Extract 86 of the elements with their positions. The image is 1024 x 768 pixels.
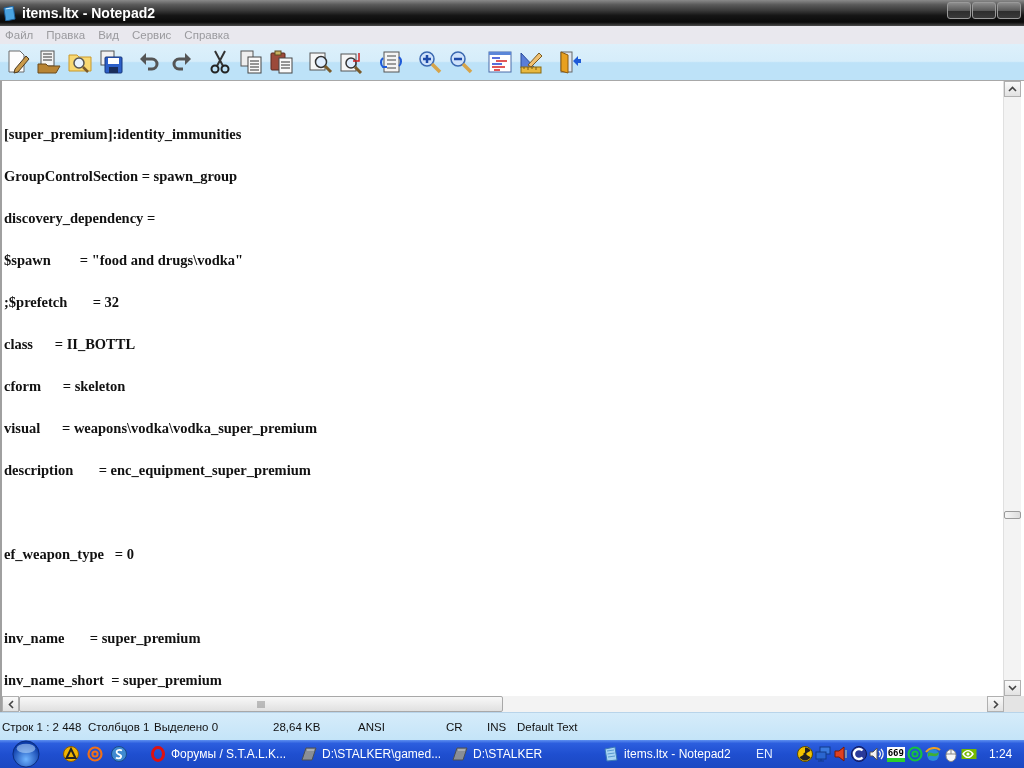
window-title: items.ltx - Notepad2	[22, 5, 156, 21]
scroll-right-button[interactable]	[987, 696, 1004, 712]
zoom-in-button[interactable]	[416, 48, 444, 76]
window-control-button[interactable]	[997, 2, 1021, 19]
paste-button[interactable]	[268, 48, 296, 76]
radiation-icon[interactable]	[796, 746, 813, 762]
speaker-icon[interactable]	[832, 746, 849, 762]
code-line: GroupControlSection = spawn_group	[4, 167, 239, 186]
orb-icon	[11, 740, 41, 768]
zoom-out-button[interactable]	[447, 48, 475, 76]
window-control-button[interactable]	[972, 2, 996, 19]
search-icon	[309, 50, 333, 74]
eye-logo-icon[interactable]	[960, 746, 977, 762]
scroll-down-button[interactable]	[1004, 680, 1021, 696]
chevron-up-icon	[1008, 86, 1017, 92]
save-button[interactable]	[97, 48, 125, 76]
triangle-circle-icon	[63, 746, 79, 762]
mouse-icon[interactable]	[942, 746, 959, 762]
code-line: [super_premium]:identity_immunities	[4, 125, 243, 144]
zoom-out-icon	[449, 50, 473, 74]
clipboard-icon	[270, 50, 294, 74]
code-line: ;$prefetch = 32	[4, 293, 121, 312]
new-file-icon	[6, 50, 30, 74]
copy-icon	[239, 50, 263, 74]
folder-icon	[452, 746, 468, 762]
code-line: cform = skeleton	[4, 377, 127, 396]
status-text: 28,64 KB	[273, 720, 322, 733]
grip-icon	[256, 700, 266, 708]
code-line: inv_name = super_premium	[4, 629, 202, 648]
chevron-right-icon	[992, 699, 999, 709]
status-text: Default Text	[517, 720, 578, 733]
tray-meter-button[interactable]: 669	[886, 746, 905, 762]
taskbar-button[interactable]: D:\STALKER\gamed...	[296, 742, 447, 766]
status-text: Строк 1 : 2 448	[2, 720, 83, 733]
vertical-scrollbar[interactable]	[1003, 81, 1021, 696]
status-text: ANSI	[358, 720, 386, 733]
open-button[interactable]	[35, 48, 63, 76]
code-line: description = enc_equipment_super_premium	[4, 461, 312, 480]
taskbar-button[interactable]: Форумы / S.T.A.L.K...	[145, 742, 296, 766]
status-text: CR	[446, 720, 464, 733]
taskbar-button[interactable]: items.ltx - Notepad2	[598, 742, 749, 766]
concentric-rings-icon[interactable]	[906, 746, 923, 762]
scroll-up-button[interactable]	[1004, 81, 1021, 97]
concentric-rings-icon	[87, 746, 103, 762]
scissors-icon	[208, 50, 232, 74]
status-text: Столбцов 1	[88, 720, 151, 733]
code-line: $spawn = "food and drugs\vodka"	[4, 251, 245, 270]
zoom-in-icon	[418, 50, 442, 74]
notepad-icon	[603, 746, 619, 762]
chevron-left-icon	[7, 699, 14, 709]
ruler-pencil-icon	[519, 50, 543, 74]
ring-icon	[150, 746, 166, 762]
language-button[interactable]: EN	[755, 745, 774, 763]
horizontal-scrollbar[interactable]	[0, 696, 1004, 712]
scheme-button[interactable]	[486, 48, 514, 76]
word-wrap-button[interactable]	[377, 48, 405, 76]
status-text: Выделено 0	[154, 720, 220, 733]
folder-document-icon	[37, 50, 61, 74]
globe-icon[interactable]	[924, 746, 941, 762]
chevron-down-icon	[1008, 685, 1017, 691]
volume-icon[interactable]	[868, 746, 885, 762]
scrollbar-corner	[1004, 696, 1024, 712]
scroll-thumb[interactable]	[19, 696, 503, 712]
taskbar-button[interactable]: D:\STALKER	[447, 742, 598, 766]
code-line: inv_name_short = super_premium	[4, 671, 223, 690]
quick-launch-button[interactable]	[111, 746, 127, 762]
door-arrow-icon	[558, 50, 582, 74]
folder-icon	[301, 746, 317, 762]
quick-launch-button[interactable]	[63, 746, 79, 762]
code-line: visual = weapons\vodka\vodka_super_premium	[4, 419, 318, 438]
code-line: ef_weapon_type = 0	[4, 545, 135, 564]
notepad-icon	[3, 5, 16, 21]
code-line: class = II_BOTTL	[4, 335, 137, 354]
window-control-button[interactable]	[947, 2, 971, 19]
start-button[interactable]	[11, 740, 41, 768]
floppy-disk-icon	[99, 50, 123, 74]
status-text: INS	[487, 720, 508, 733]
crescent-circle-icon[interactable]	[850, 746, 867, 762]
text-window-icon	[488, 50, 512, 74]
document-arrows-icon	[379, 50, 403, 74]
clock: 1:24	[988, 747, 1013, 761]
swirl-circle-icon	[111, 746, 127, 762]
magnifier-mark-icon	[340, 50, 364, 74]
scroll-left-button[interactable]	[2, 696, 19, 712]
scroll-thumb[interactable]	[1004, 511, 1021, 519]
code-line: discovery_dependency =	[4, 209, 157, 228]
